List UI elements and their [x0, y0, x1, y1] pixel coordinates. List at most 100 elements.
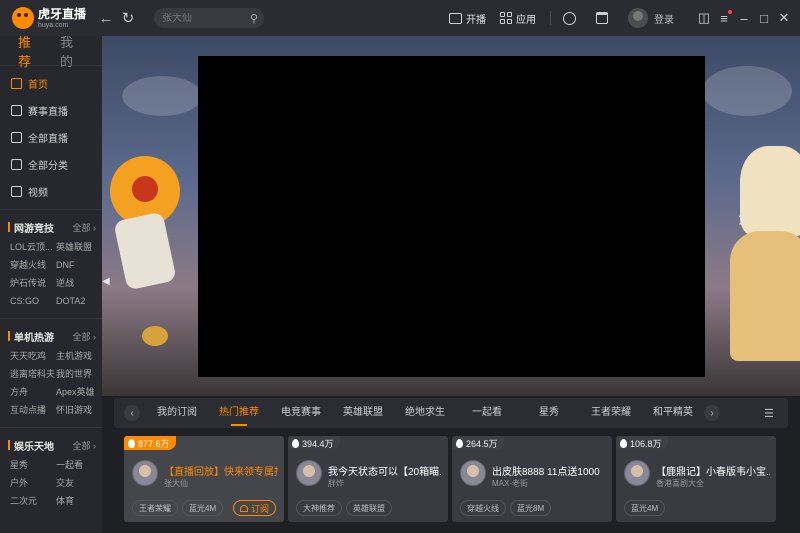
apps-label: 应用 [516, 14, 536, 26]
category-link[interactable]: 星秀 [10, 456, 56, 474]
close-icon[interactable]: ✕ [774, 10, 794, 26]
section-marker [8, 331, 10, 341]
list-view-icon[interactable]: ☰ [764, 407, 774, 420]
category-link[interactable]: 户外 [10, 474, 56, 492]
apps-button[interactable]: 应用 [500, 11, 536, 26]
category-link[interactable]: Apex英雄 [56, 383, 102, 401]
tab-pubg[interactable]: 绝地求生 [394, 398, 456, 428]
trophy-icon [11, 105, 22, 116]
tv-icon [11, 132, 22, 143]
section-all-link[interactable]: 全部 › [72, 439, 96, 452]
skin-shirt-icon[interactable]: ◫ [694, 10, 714, 26]
sidebar-item-all-live[interactable]: 全部直播 [0, 124, 102, 151]
category-tag[interactable]: 穿越火线 [460, 500, 506, 516]
category-link[interactable]: 英雄联盟 [56, 238, 102, 256]
quality-tag: 蓝光4M [182, 500, 224, 516]
menu-icon[interactable]: ≡ [714, 9, 734, 26]
search-icon[interactable]: ⚲ [250, 12, 258, 25]
divider [550, 11, 551, 25]
section-all-link[interactable]: 全部 › [72, 221, 96, 234]
live-card[interactable]: 877.6万 【直播回放】快来领专属抱... 张大仙 王者荣耀 蓝光4M 订阅 [124, 436, 284, 522]
schedule-calendar-icon[interactable] [596, 12, 608, 24]
maximize-icon[interactable]: □ [754, 11, 774, 26]
sidebar: 推荐 我的 首页 赛事直播 全部直播 全部分类 视频 网游竞技 全部 › LOL… [0, 36, 102, 533]
back-arrow-icon[interactable]: ← [96, 8, 116, 28]
category-link[interactable]: 一起看 [56, 456, 102, 474]
category-link[interactable]: 逆战 [56, 274, 102, 292]
subscribe-button[interactable]: 订阅 [232, 500, 276, 516]
flame-icon [620, 438, 627, 448]
live-card[interactable]: 394.4万 我今天状态可以【20箱瞄... 胖炸 大神推荐 英雄联盟 [288, 436, 448, 522]
heat-badge: 394.4万 [288, 436, 340, 450]
login-link[interactable]: 登录 [654, 11, 674, 26]
sidebar-item-home[interactable]: 首页 [0, 70, 102, 97]
minimize-icon[interactable]: – [734, 11, 754, 26]
category-link[interactable]: 主机游戏 [56, 347, 102, 365]
tab-lol[interactable]: 英雄联盟 [332, 398, 394, 428]
room-title: 【直播回放】快来领专属抱... [164, 467, 278, 478]
banner-decoration [122, 76, 202, 116]
category-link[interactable]: 我的世界 [56, 365, 102, 383]
category-link[interactable]: 怀旧游戏 [56, 401, 102, 419]
category-link[interactable]: 炉石传说 [10, 274, 56, 292]
category-link[interactable]: 方舟 [10, 383, 56, 401]
room-title: 我今天状态可以【20箱瞄... [328, 467, 442, 478]
category-link[interactable]: LOL云顶... [10, 238, 56, 256]
search-input[interactable] [162, 12, 250, 24]
category-link[interactable]: 体育 [56, 492, 102, 510]
category-link[interactable]: DNF [56, 256, 102, 274]
section-all-link[interactable]: 全部 › [72, 330, 96, 343]
sidebar-item-all-categories[interactable]: 全部分类 [0, 151, 102, 178]
tab-honor-of-kings[interactable]: 王者荣耀 [580, 398, 642, 428]
tab-watch-together[interactable]: 一起看 [456, 398, 518, 428]
heat-badge: 264.5万 [452, 436, 504, 450]
room-title: 出皮肤8888 11点送1000 [492, 467, 600, 478]
video-player[interactable] [198, 56, 705, 377]
tab-hot[interactable]: 热门推荐 [208, 398, 270, 428]
category-link[interactable]: DOTA2 [56, 292, 102, 310]
refresh-icon[interactable]: ↻ [118, 8, 138, 28]
category-tag[interactable]: 英雄联盟 [346, 500, 392, 516]
tab-subscriptions[interactable]: 我的订阅 [146, 398, 208, 428]
huya-logo[interactable]: 虎牙直播 huya.com [12, 7, 94, 29]
tab-mine[interactable]: 我的 [60, 36, 78, 70]
category-link[interactable]: 逃离塔科夫 [10, 365, 56, 383]
category-tag[interactable]: 王者荣耀 [132, 500, 178, 516]
avatar[interactable] [628, 8, 648, 28]
video-play-icon [11, 186, 22, 197]
history-clock-icon[interactable] [563, 11, 576, 25]
tabs-next-icon[interactable]: › [704, 405, 720, 421]
category-grid-icon [11, 159, 22, 170]
section-single-player: 单机热游 全部 › 天天吃鸡 主机游戏 逃离塔科夫 我的世界 方舟 Apex英雄… [0, 319, 102, 428]
live-card[interactable]: 106.8万 【鹿鼎记】小春版韦小宝... 香港喜剧大全 蓝光4M [616, 436, 776, 522]
banner-decoration [702, 66, 792, 116]
open-broadcast-label: 开播 [466, 14, 486, 26]
sidebar-item-video[interactable]: 视频 [0, 178, 102, 205]
tab-recommend[interactable]: 推荐 [18, 36, 36, 70]
live-card[interactable]: 264.5万 出皮肤8888 11点送1000 MAX-老街 穿越火线 蓝光8M [452, 436, 612, 522]
heart-icon [239, 504, 248, 512]
section-title: 娱乐天地 [14, 441, 54, 453]
category-link[interactable]: 天天吃鸡 [10, 347, 56, 365]
camera-icon [449, 12, 462, 24]
prev-arrow-icon[interactable]: ◀ [102, 276, 110, 287]
tabs-prev-icon[interactable]: ‹ [124, 405, 140, 421]
next-arrow-icon[interactable]: › [738, 206, 745, 232]
streamer-name: 张大仙 [164, 479, 188, 488]
flame-icon [128, 438, 135, 448]
category-link[interactable]: CS:GO [10, 292, 56, 310]
logo-icon [12, 7, 34, 29]
sidebar-tabs: 推荐 我的 [0, 36, 102, 69]
tab-peacekeeper-elite[interactable]: 和平精英 [642, 398, 704, 428]
tab-star-show[interactable]: 星秀 [518, 398, 580, 428]
recommend-tag: 大神推荐 [296, 500, 342, 516]
tab-esports[interactable]: 电竞赛事 [270, 398, 332, 428]
category-link[interactable]: 穿越火线 [10, 256, 56, 274]
sidebar-item-events[interactable]: 赛事直播 [0, 97, 102, 124]
category-link[interactable]: 二次元 [10, 492, 56, 510]
open-broadcast-button[interactable]: 开播 [449, 11, 486, 26]
logo-title: 虎牙直播 [38, 6, 87, 21]
category-link[interactable]: 交友 [56, 474, 102, 492]
category-link[interactable]: 互动点播 [10, 401, 56, 419]
home-icon [11, 78, 22, 89]
